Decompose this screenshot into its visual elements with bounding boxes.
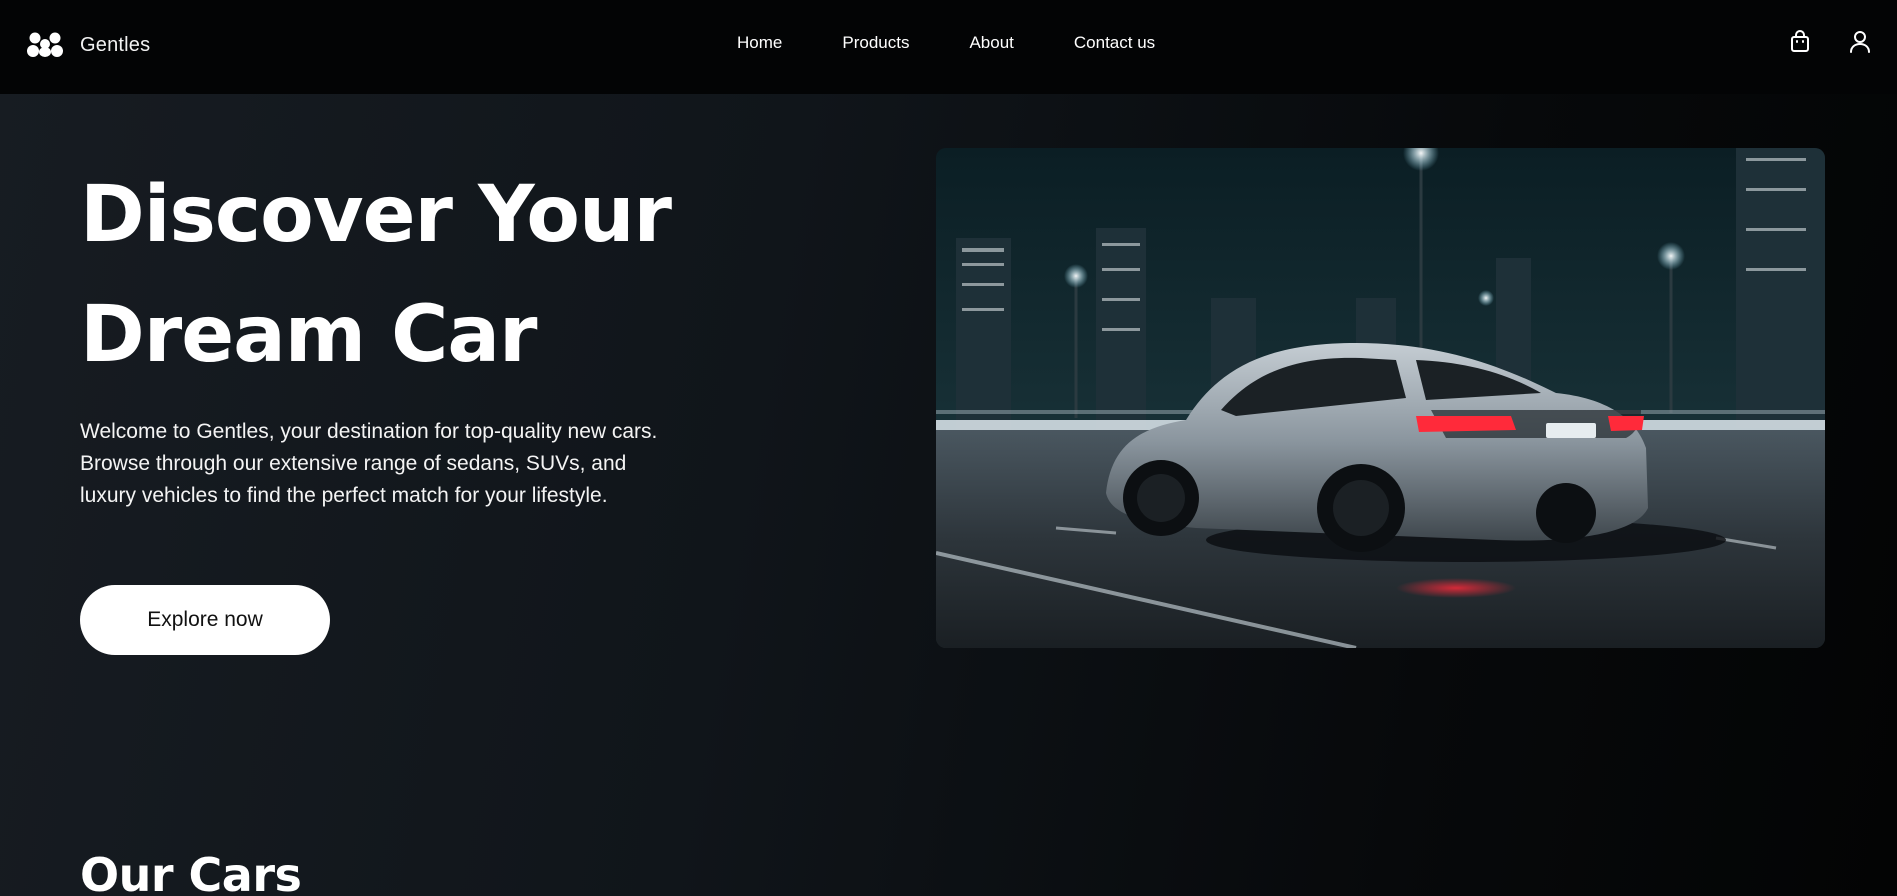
hero-title-line-2: Dream Car	[80, 290, 538, 380]
hero-description: Welcome to Gentles, your destination for…	[80, 420, 658, 507]
hero-car-image	[936, 148, 1825, 648]
car-photo-illustration	[936, 148, 1825, 648]
cart-button[interactable]	[1786, 28, 1814, 56]
user-icon	[1850, 31, 1870, 53]
explore-now-button[interactable]: Explore now	[80, 585, 330, 655]
page: Gentles Home Products About Contact us D…	[0, 0, 1897, 896]
shopping-bag-icon	[1791, 30, 1809, 52]
account-button[interactable]	[1846, 28, 1874, 56]
our-cars-heading: Our Cars	[80, 848, 302, 896]
hero-title-line-1: Discover Your	[80, 170, 672, 260]
nav-icons	[0, 28, 1897, 58]
hero-title: Discover Your Dream Car	[80, 155, 800, 395]
navbar: Gentles Home Products About Contact us	[0, 0, 1897, 94]
